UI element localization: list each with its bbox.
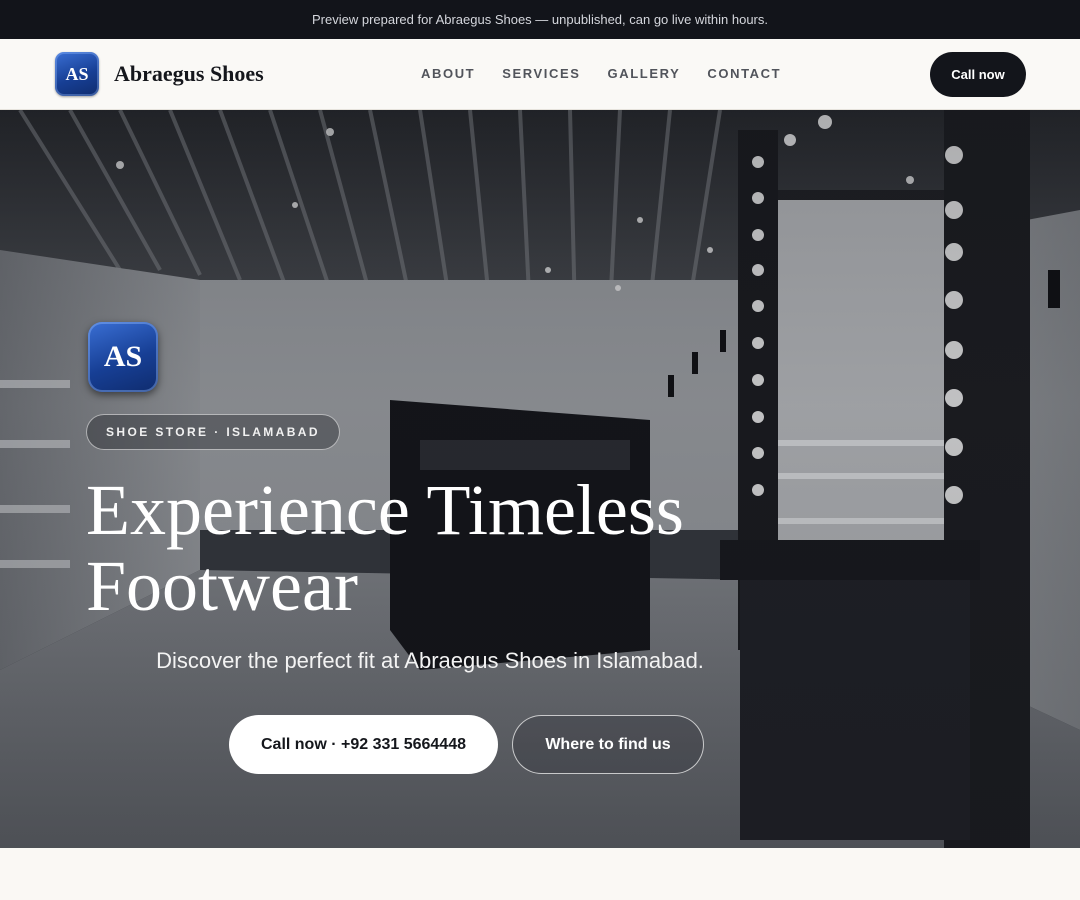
hero-logo-badge: AS (88, 322, 158, 392)
nav-item-services[interactable]: SERVICES (502, 66, 580, 81)
logo-initials: AS (65, 63, 89, 84)
logo-badge[interactable]: AS (55, 52, 99, 96)
hero-logo-initials: AS (103, 340, 143, 373)
hero-call-button[interactable]: Call now · +92 331 5664448 (229, 715, 498, 774)
hero-title: Experience Timeless Footwear (86, 472, 846, 624)
nav-item-gallery[interactable]: GALLERY (608, 66, 681, 81)
site-header: AS Abraegus Shoes ABOUT SERVICES GALLERY… (0, 39, 1080, 110)
header-call-now-button[interactable]: Call now (930, 52, 1026, 97)
hero-subtitle: Discover the perfect fit at Abraegus Sho… (156, 648, 704, 673)
hero-eyebrow-pill: SHOE STORE · ISLAMABAD (86, 414, 340, 450)
preview-banner-text: Preview prepared for Abraegus Shoes — un… (312, 12, 768, 27)
hero-directions-button[interactable]: Where to find us (512, 715, 704, 774)
next-section (0, 848, 1080, 900)
nav-item-about[interactable]: ABOUT (421, 66, 475, 81)
main-nav: ABOUT SERVICES GALLERY CONTACT (421, 66, 808, 81)
brand-name[interactable]: Abraegus Shoes (114, 61, 264, 87)
hero-section: AS SHOE STORE · ISLAMABAD Experience Tim… (0, 110, 1080, 848)
hero-title-line-2: Footwear (86, 546, 358, 626)
nav-item-contact[interactable]: CONTACT (707, 66, 781, 81)
preview-banner: Preview prepared for Abraegus Shoes — un… (0, 0, 1080, 39)
hero-title-line-1: Experience Timeless (86, 470, 684, 550)
